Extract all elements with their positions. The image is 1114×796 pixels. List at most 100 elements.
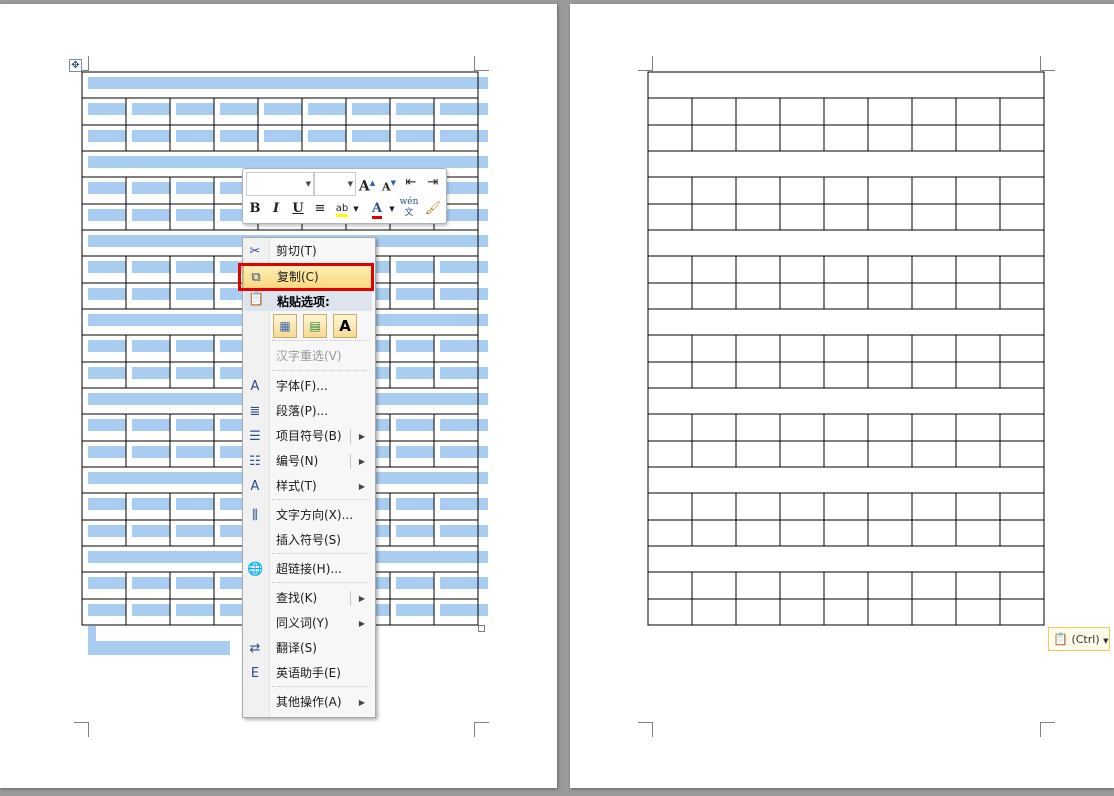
font-color-dropdown[interactable]: ▼: [387, 199, 397, 219]
shrink-font-button[interactable]: A▼: [379, 173, 399, 193]
decrease-indent-icon: ⇤: [405, 175, 417, 190]
menu-item-label: 剪切(T): [276, 244, 317, 258]
menu-item-translate[interactable]: ⇄ 翻译(S): [243, 637, 371, 660]
submenu-arrow-icon: ▶: [358, 698, 365, 707]
menu-item-english-assistant[interactable]: E 英语助手(E): [243, 662, 371, 685]
clipboard-icon: 📋: [248, 292, 265, 307]
menu-item-lookup[interactable]: 查找(K) ▶: [243, 587, 371, 610]
menu-item-styles[interactable]: A 样式(T) ▶: [243, 475, 371, 498]
margin-crop-mark: [74, 722, 89, 737]
menu-item-label: 项目符号(B): [276, 429, 342, 443]
menu-item-insert-symbol[interactable]: 插入符号(S): [243, 529, 371, 552]
menu-item-text-direction[interactable]: ⫼ 文字方向(X)...: [243, 504, 371, 527]
menu-separator: [272, 499, 370, 500]
italic-icon: I: [272, 201, 280, 216]
text-direction-icon: ⫼: [252, 508, 258, 523]
menu-split-divider: [350, 591, 351, 606]
menu-split-divider: [350, 454, 351, 469]
chevron-down-icon: ▼: [353, 205, 359, 213]
decrease-indent-button[interactable]: ⇤: [401, 173, 421, 193]
menu-item-label: 插入符号(S): [276, 533, 341, 547]
menu-item-label: 翻译(S): [276, 641, 317, 655]
bold-icon: B: [249, 201, 261, 216]
submenu-arrow-icon: ▶: [358, 594, 365, 603]
menu-item-label: 段落(P)...: [276, 404, 329, 418]
menu-item-hyperlink[interactable]: 🌐 超链接(H)...: [243, 558, 371, 581]
margin-crop-mark: [638, 722, 653, 737]
menu-item-label: 编号(N): [276, 454, 319, 468]
translate-icon: ⇄: [249, 641, 261, 656]
increase-indent-icon: ⇥: [427, 175, 439, 190]
menu-separator: [272, 340, 370, 341]
styles-icon: A: [250, 479, 260, 494]
increase-indent-button[interactable]: ⇥: [423, 173, 443, 193]
table-grid: [647, 71, 1045, 626]
clipboard-icon: 📋: [1053, 632, 1068, 646]
menu-item-bullets[interactable]: ☰ 项目符号(B) ▶: [243, 425, 371, 448]
menu-item-paragraph[interactable]: ≣ 段落(P)...: [243, 400, 371, 423]
menu-item-label: 文字方向(X)...: [276, 508, 354, 522]
center-align-button[interactable]: ≡: [310, 199, 330, 219]
font-name-combobox[interactable]: ▼: [246, 172, 314, 196]
paste-options-header: 📋 粘贴选项:: [244, 289, 372, 311]
scissors-icon: ✂: [249, 244, 261, 259]
phonetic-guide-button[interactable]: wén 文: [399, 197, 419, 218]
menu-item-label: 超链接(H)...: [276, 562, 342, 576]
font-icon: A: [250, 379, 260, 394]
menu-split-divider: [350, 429, 351, 444]
numbered-list-icon: ☷: [249, 454, 261, 469]
menu-item-font[interactable]: A 字体(F)...: [243, 375, 371, 398]
paste-options-title: 粘贴选项:: [277, 295, 330, 309]
keep-text-only-icon: A: [339, 317, 351, 335]
bold-button[interactable]: B: [245, 199, 265, 219]
italic-button[interactable]: I: [266, 199, 286, 219]
chevron-down-icon: ▼: [305, 180, 311, 188]
menu-item-label: 字体(F)...: [276, 379, 328, 393]
submenu-arrow-icon: ▶: [358, 457, 365, 466]
highlight-dropdown[interactable]: ▼: [351, 199, 361, 219]
paste-merge-table-button[interactable]: ▤: [303, 314, 327, 338]
menu-separator: [272, 370, 370, 371]
font-color-icon: A: [371, 202, 383, 219]
shrink-font-icon: A: [382, 180, 391, 194]
menu-separator: [272, 553, 370, 554]
margin-crop-mark: [474, 722, 489, 737]
merge-table-icon: ▤: [309, 319, 321, 333]
menu-item-numbering[interactable]: ☷ 编号(N) ▶: [243, 450, 371, 473]
bullet-list-icon: ☰: [249, 429, 261, 444]
format-painter-button[interactable]: 🖌: [423, 199, 443, 219]
chevron-down-icon: ▼: [347, 180, 353, 188]
paste-keep-text-only-button[interactable]: A: [333, 314, 357, 338]
highlighter-icon: ab: [335, 203, 349, 217]
underline-button[interactable]: U: [288, 199, 308, 219]
paste-options-button[interactable]: 📋 (Ctrl) ▼: [1048, 627, 1110, 651]
menu-item-label: 查找(K): [276, 591, 318, 605]
menu-item-other-actions[interactable]: 其他操作(A) ▶: [243, 691, 371, 714]
menu-item-cut[interactable]: ✂ 剪切(T): [243, 240, 371, 263]
paste-keep-source-formatting-button[interactable]: ▦: [273, 314, 297, 338]
phonetic-guide-icon: wén 文: [399, 197, 419, 218]
menu-separator: [272, 686, 370, 687]
center-align-icon: ≡: [314, 201, 326, 216]
submenu-arrow-icon: ▶: [358, 432, 365, 441]
copy-highlight-annotation: [238, 263, 374, 291]
submenu-arrow-icon: ▶: [358, 619, 365, 628]
menu-item-synonyms[interactable]: 同义词(Y) ▶: [243, 612, 371, 635]
table-border: [647, 71, 1045, 626]
paragraph-icon: ≣: [249, 404, 261, 419]
grow-font-button[interactable]: A▲: [357, 173, 377, 195]
menu-item-label: 其他操作(A): [276, 695, 342, 709]
mini-toolbar: ▼ ▼ A▲ A▼ ⇤ ⇥ B I U ≡ ab ▼ A ▼ wén 文 🖌: [242, 168, 447, 224]
highlight-button[interactable]: ab: [332, 199, 352, 219]
font-color-button[interactable]: A: [367, 199, 387, 219]
format-painter-icon: 🖌: [424, 201, 442, 216]
chevron-down-icon: ▼: [1103, 637, 1109, 645]
chevron-down-icon: ▼: [389, 205, 395, 213]
grow-font-icon: A: [358, 178, 370, 195]
menu-item-chinese-reconvert[interactable]: 汉字重选(V): [243, 345, 371, 368]
menu-separator: [272, 582, 370, 583]
menu-item-label: 同义词(Y): [276, 616, 329, 630]
menu-item-label: 样式(T): [276, 479, 317, 493]
hyperlink-icon: 🌐: [247, 562, 264, 577]
font-size-combobox[interactable]: ▼: [314, 172, 356, 196]
